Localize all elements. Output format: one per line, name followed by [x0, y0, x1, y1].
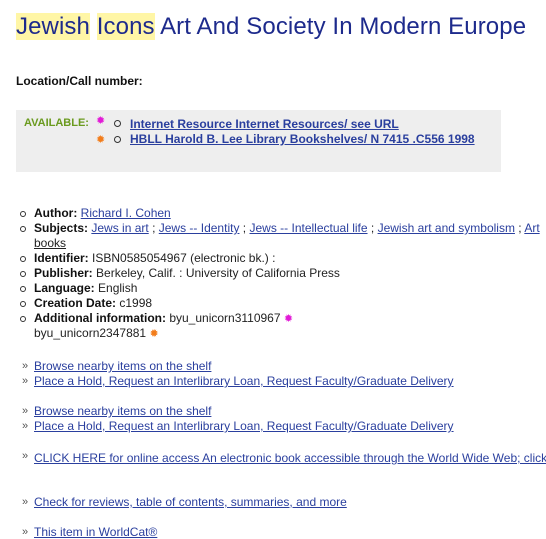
- identifier-row: Identifier: ISBN0585054967 (electronic b…: [34, 251, 276, 265]
- subject-link[interactable]: Jews -- Intellectual life: [249, 221, 367, 235]
- worldcat-link[interactable]: This item in WorldCat®: [34, 525, 157, 539]
- double-chevron-icon: »: [22, 420, 29, 432]
- circle-bullet-icon: [20, 316, 26, 322]
- double-chevron-icon: »: [22, 375, 29, 387]
- online-access-link[interactable]: CLICK HERE for online access An electron…: [34, 451, 546, 465]
- publisher-row: Publisher: Berkeley, Calif. : University…: [34, 266, 340, 280]
- internet-resource-link[interactable]: Internet Resource Internet Resources/ se…: [130, 117, 399, 131]
- double-chevron-icon: »: [22, 526, 29, 538]
- subject-link[interactable]: Jews -- Identity: [159, 221, 240, 235]
- subjects-row: Subjects: Jews in art ; Jews -- Identity…: [34, 221, 540, 235]
- page-title: Jewish Icons Art And Society In Modern E…: [16, 13, 526, 41]
- hbll-bookshelf-link[interactable]: HBLL Harold B. Lee Library Bookshelves/ …: [130, 132, 475, 146]
- circle-bullet-icon: [20, 286, 26, 292]
- author-row: Author: Richard I. Cohen: [34, 206, 171, 220]
- additional-info-row: Additional information: byu_unicorn31109…: [34, 311, 294, 325]
- circle-bullet-icon: [20, 226, 26, 232]
- circle-bullet-icon: [20, 271, 26, 277]
- orange-star-icon: ✹: [149, 328, 159, 340]
- double-chevron-icon: »: [22, 450, 29, 462]
- browse-shelf-link[interactable]: Browse nearby items on the shelf: [34, 404, 211, 418]
- circle-bullet-icon: [20, 211, 26, 217]
- additional-info-row-2: byu_unicorn2347881 ✹: [34, 326, 159, 340]
- title-rest: Art And Society In Modern Europe: [160, 13, 527, 40]
- double-chevron-icon: »: [22, 360, 29, 372]
- additional-info-value: byu_unicorn3110967: [169, 311, 281, 325]
- place-hold-link[interactable]: Place a Hold, Request an Interlibrary Lo…: [34, 374, 454, 388]
- language-value: English: [98, 281, 138, 295]
- circle-bullet-icon: [114, 136, 121, 143]
- subject-link[interactable]: Jewish art and symbolism: [378, 221, 515, 235]
- place-hold-link[interactable]: Place a Hold, Request an Interlibrary Lo…: [34, 419, 454, 433]
- orange-star-icon: ✹: [96, 134, 106, 146]
- subjects-label: Subjects:: [34, 221, 89, 235]
- double-chevron-icon: »: [22, 405, 29, 417]
- author-label: Author:: [34, 206, 78, 220]
- author-link[interactable]: Richard I. Cohen: [81, 206, 171, 220]
- creation-date-value: c1998: [119, 296, 153, 310]
- circle-bullet-icon: [114, 120, 121, 127]
- circle-bullet-icon: [20, 301, 26, 307]
- subject-link[interactable]: Jews in art: [91, 221, 148, 235]
- subject-link[interactable]: Art: [524, 221, 539, 235]
- additional-info-value: byu_unicorn2347881: [34, 326, 147, 340]
- pink-star-icon: ✹: [283, 313, 294, 325]
- identifier-value: ISBN0585054967 (electronic bk.) :: [92, 251, 276, 265]
- reviews-link[interactable]: Check for reviews, table of contents, su…: [34, 495, 347, 509]
- title-highlight-jewish: Jewish: [16, 13, 90, 40]
- title-highlight-icons: Icons: [96, 13, 155, 40]
- creation-date-row: Creation Date: c1998: [34, 296, 153, 310]
- double-chevron-icon: »: [22, 496, 29, 508]
- language-row: Language: English: [34, 281, 138, 295]
- subject-link-continued[interactable]: books: [34, 236, 66, 250]
- publisher-value: Berkeley, Calif. : University of Califor…: [96, 266, 340, 280]
- pink-star-icon: ✹: [96, 115, 106, 127]
- online-access-wrapper: CLICK HERE for online access An electron…: [34, 449, 546, 467]
- circle-bullet-icon: [20, 256, 26, 262]
- location-label: Location/Call number:: [16, 74, 143, 88]
- browse-shelf-link[interactable]: Browse nearby items on the shelf: [34, 359, 211, 373]
- availability-status: AVAILABLE:: [24, 117, 89, 129]
